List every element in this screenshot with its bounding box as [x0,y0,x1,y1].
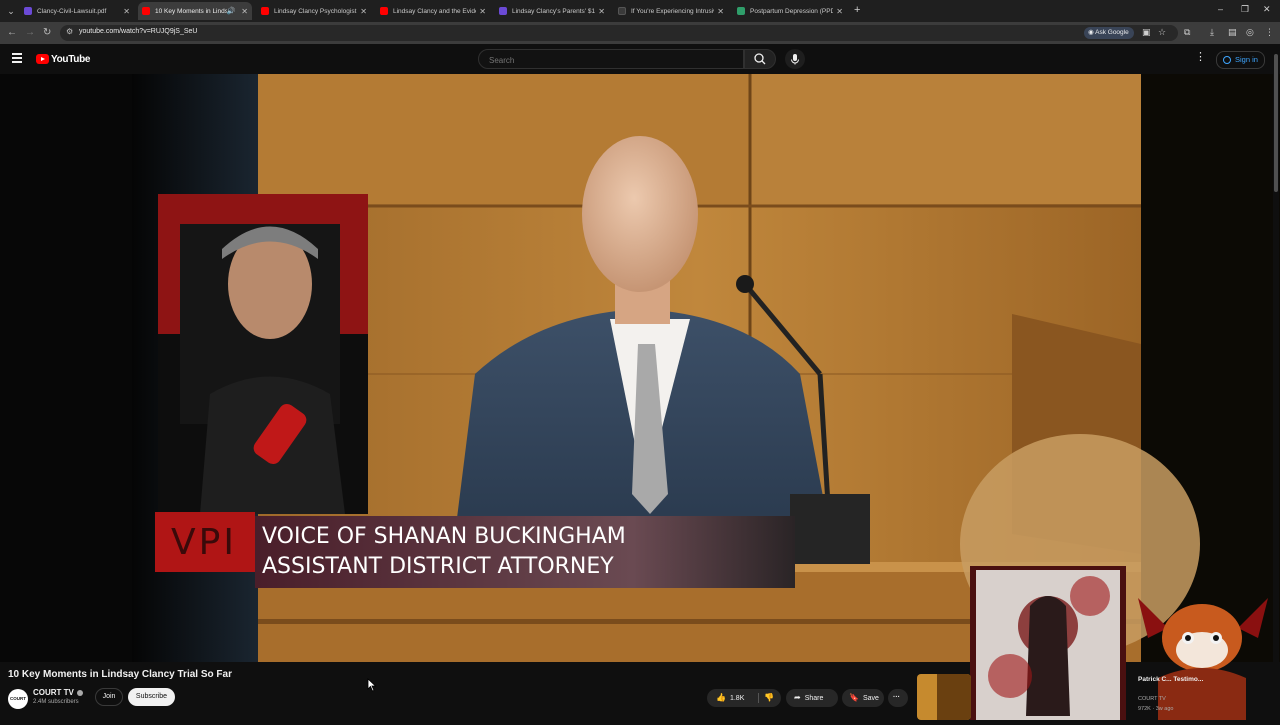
browser-tab[interactable]: Lindsay Clancy's Parents' $1 Mi ✕ [495,2,609,20]
youtube-logo-text[interactable]: YouTube [51,54,91,65]
like-divider [758,693,759,703]
overlay-artwork [970,566,1126,720]
youtube-favicon-icon [261,7,269,15]
minimize-icon[interactable]: – [1218,4,1223,14]
tab-title: If You're Experiencing Intrusiv [631,7,715,15]
page-scrollbar[interactable] [1273,46,1279,720]
profile-icon[interactable]: ◎ [1246,27,1254,38]
search-input[interactable] [487,55,731,66]
channel-avatar[interactable]: COURT [8,689,28,709]
pdf-favicon-icon [24,7,32,15]
new-tab-plus-icon[interactable]: + [854,4,860,16]
youtube-favicon-icon [142,7,150,15]
tab-title: 10 Key Moments in Lindsay [155,7,227,15]
tab-title: Lindsay Clancy and the Evidenc [393,7,477,15]
youtube-logo-icon[interactable] [36,54,49,64]
account-icon [1223,56,1231,64]
browser-tab-strip: ⌄ Clancy-Civil-Lawsuit.pdf ✕ 10 Key Mome… [0,0,1280,22]
close-tab-icon[interactable]: ✕ [717,7,724,16]
like-dislike-pill: 👍 1.8K 👎 [707,689,781,707]
recommendation-thumbnail[interactable] [917,674,971,720]
share-arrow-icon: ➦ [794,693,801,702]
recommendation-channel[interactable]: COURT TV [1138,696,1166,702]
ask-google-label: Ask Google [1095,29,1129,36]
lower-third-line-1: VOICE OF SHANAN BUCKINGHAM [262,524,626,549]
share-button[interactable]: ➦ Share [786,689,838,707]
site-favicon-icon [737,7,745,15]
microphone-icon [791,54,799,65]
close-tab-icon[interactable]: ✕ [836,7,843,16]
site-favicon-icon [618,7,626,15]
settings-more-icon[interactable]: ⋮ [1195,52,1206,63]
join-button[interactable]: Join [95,688,123,706]
mouse-cursor-icon [367,678,377,692]
browser-tab-active[interactable]: 10 Key Moments in Lindsay 🔊 ✕ [138,2,252,20]
window-close-icon[interactable]: ✕ [1263,4,1271,15]
browser-tab[interactable]: Lindsay Clancy Psychologist Di ✕ [257,2,371,20]
bookmark-icon: 🔖 [849,693,859,702]
vpi-logo: VPI [171,522,237,563]
close-tab-icon[interactable]: ✕ [598,7,605,16]
cast-icon[interactable]: ▣ [1142,27,1151,38]
share-label: Share [804,695,824,702]
browser-tab[interactable]: Clancy-Civil-Lawsuit.pdf ✕ [20,2,134,20]
sign-in-label: Sign in [1235,55,1258,64]
bookmark-star-icon[interactable]: ☆ [1158,27,1166,38]
recommendation-meta: 972K · 3w ago [1138,706,1174,712]
channel-avatar-text: COURT [10,696,26,701]
thumbs-up-icon[interactable]: 👍 [716,693,726,702]
search-icon [754,53,766,65]
browser-menu-icon[interactable]: ⋮ [1265,27,1274,38]
tab-title: Postpartum Depression (PPD): [750,7,834,15]
recommendation-title[interactable]: Patrick C... Testimo... [1138,675,1218,684]
save-button[interactable]: 🔖 Save [842,689,884,707]
address-bar[interactable]: ⚙ youtube.com/watch?v=RUJQ9jS_SeU [60,25,1178,41]
close-tab-icon[interactable]: ✕ [479,7,486,16]
youtube-favicon-icon [380,7,388,15]
forward-arrow-icon[interactable]: → [25,27,35,38]
close-tab-icon[interactable]: ✕ [360,7,367,16]
tab-title: Lindsay Clancy's Parents' $1 Mi [512,7,596,15]
ask-google-button[interactable]: ◉ Ask Google [1084,27,1134,39]
site-info-icon[interactable]: ⚙ [66,27,73,36]
extensions-icon[interactable]: ⧉ [1184,27,1190,38]
tab-title: Lindsay Clancy Psychologist Di [274,7,358,15]
browser-tab[interactable]: Lindsay Clancy and the Evidenc ✕ [376,2,490,20]
thumbs-down-icon[interactable]: 👎 [764,689,774,707]
voice-search-button[interactable] [785,49,805,69]
channel-name-link[interactable]: COURT TV [33,688,83,697]
tab-search-icon[interactable]: ⌄ [4,4,18,18]
search-box[interactable] [478,49,744,69]
close-tab-icon[interactable]: ✕ [241,7,248,16]
hamburger-menu-icon[interactable] [12,53,22,65]
channel-name[interactable]: COURT TV [33,688,74,697]
browser-tab[interactable]: If You're Experiencing Intrusiv ✕ [614,2,728,20]
scrollbar-thumb[interactable] [1274,54,1278,192]
restore-icon[interactable]: ❐ [1241,4,1249,15]
back-arrow-icon[interactable]: ← [7,27,17,38]
video-title: 10 Key Moments in Lindsay Clancy Trial S… [8,669,232,680]
downloads-icon[interactable]: ⤓ [1210,27,1214,38]
verified-badge-icon [76,689,83,696]
more-actions-button[interactable]: ··· [888,689,908,707]
subscriber-count: 2.4M subscribers [33,699,79,705]
media-icon[interactable]: ▤ [1228,27,1237,38]
url-text[interactable]: youtube.com/watch?v=RUJQ9jS_SeU [79,28,197,35]
lower-third-line-2: ASSISTANT DISTRICT ATTORNEY [262,554,614,579]
pdf-favicon-icon [499,7,507,15]
sign-in-button[interactable]: Sign in [1216,51,1265,69]
subscribe-button[interactable]: Subscribe [128,688,175,706]
save-label: Save [862,695,879,702]
browser-tab[interactable]: Postpartum Depression (PPD): ✕ [733,2,847,20]
search-button[interactable] [744,49,776,69]
audio-playing-icon[interactable]: 🔊 [227,7,236,15]
tab-title: Clancy-Civil-Lawsuit.pdf [37,7,107,15]
like-count[interactable]: 1.8K [730,695,744,702]
reload-icon[interactable]: ↻ [43,27,51,38]
close-tab-icon[interactable]: ✕ [123,7,130,16]
